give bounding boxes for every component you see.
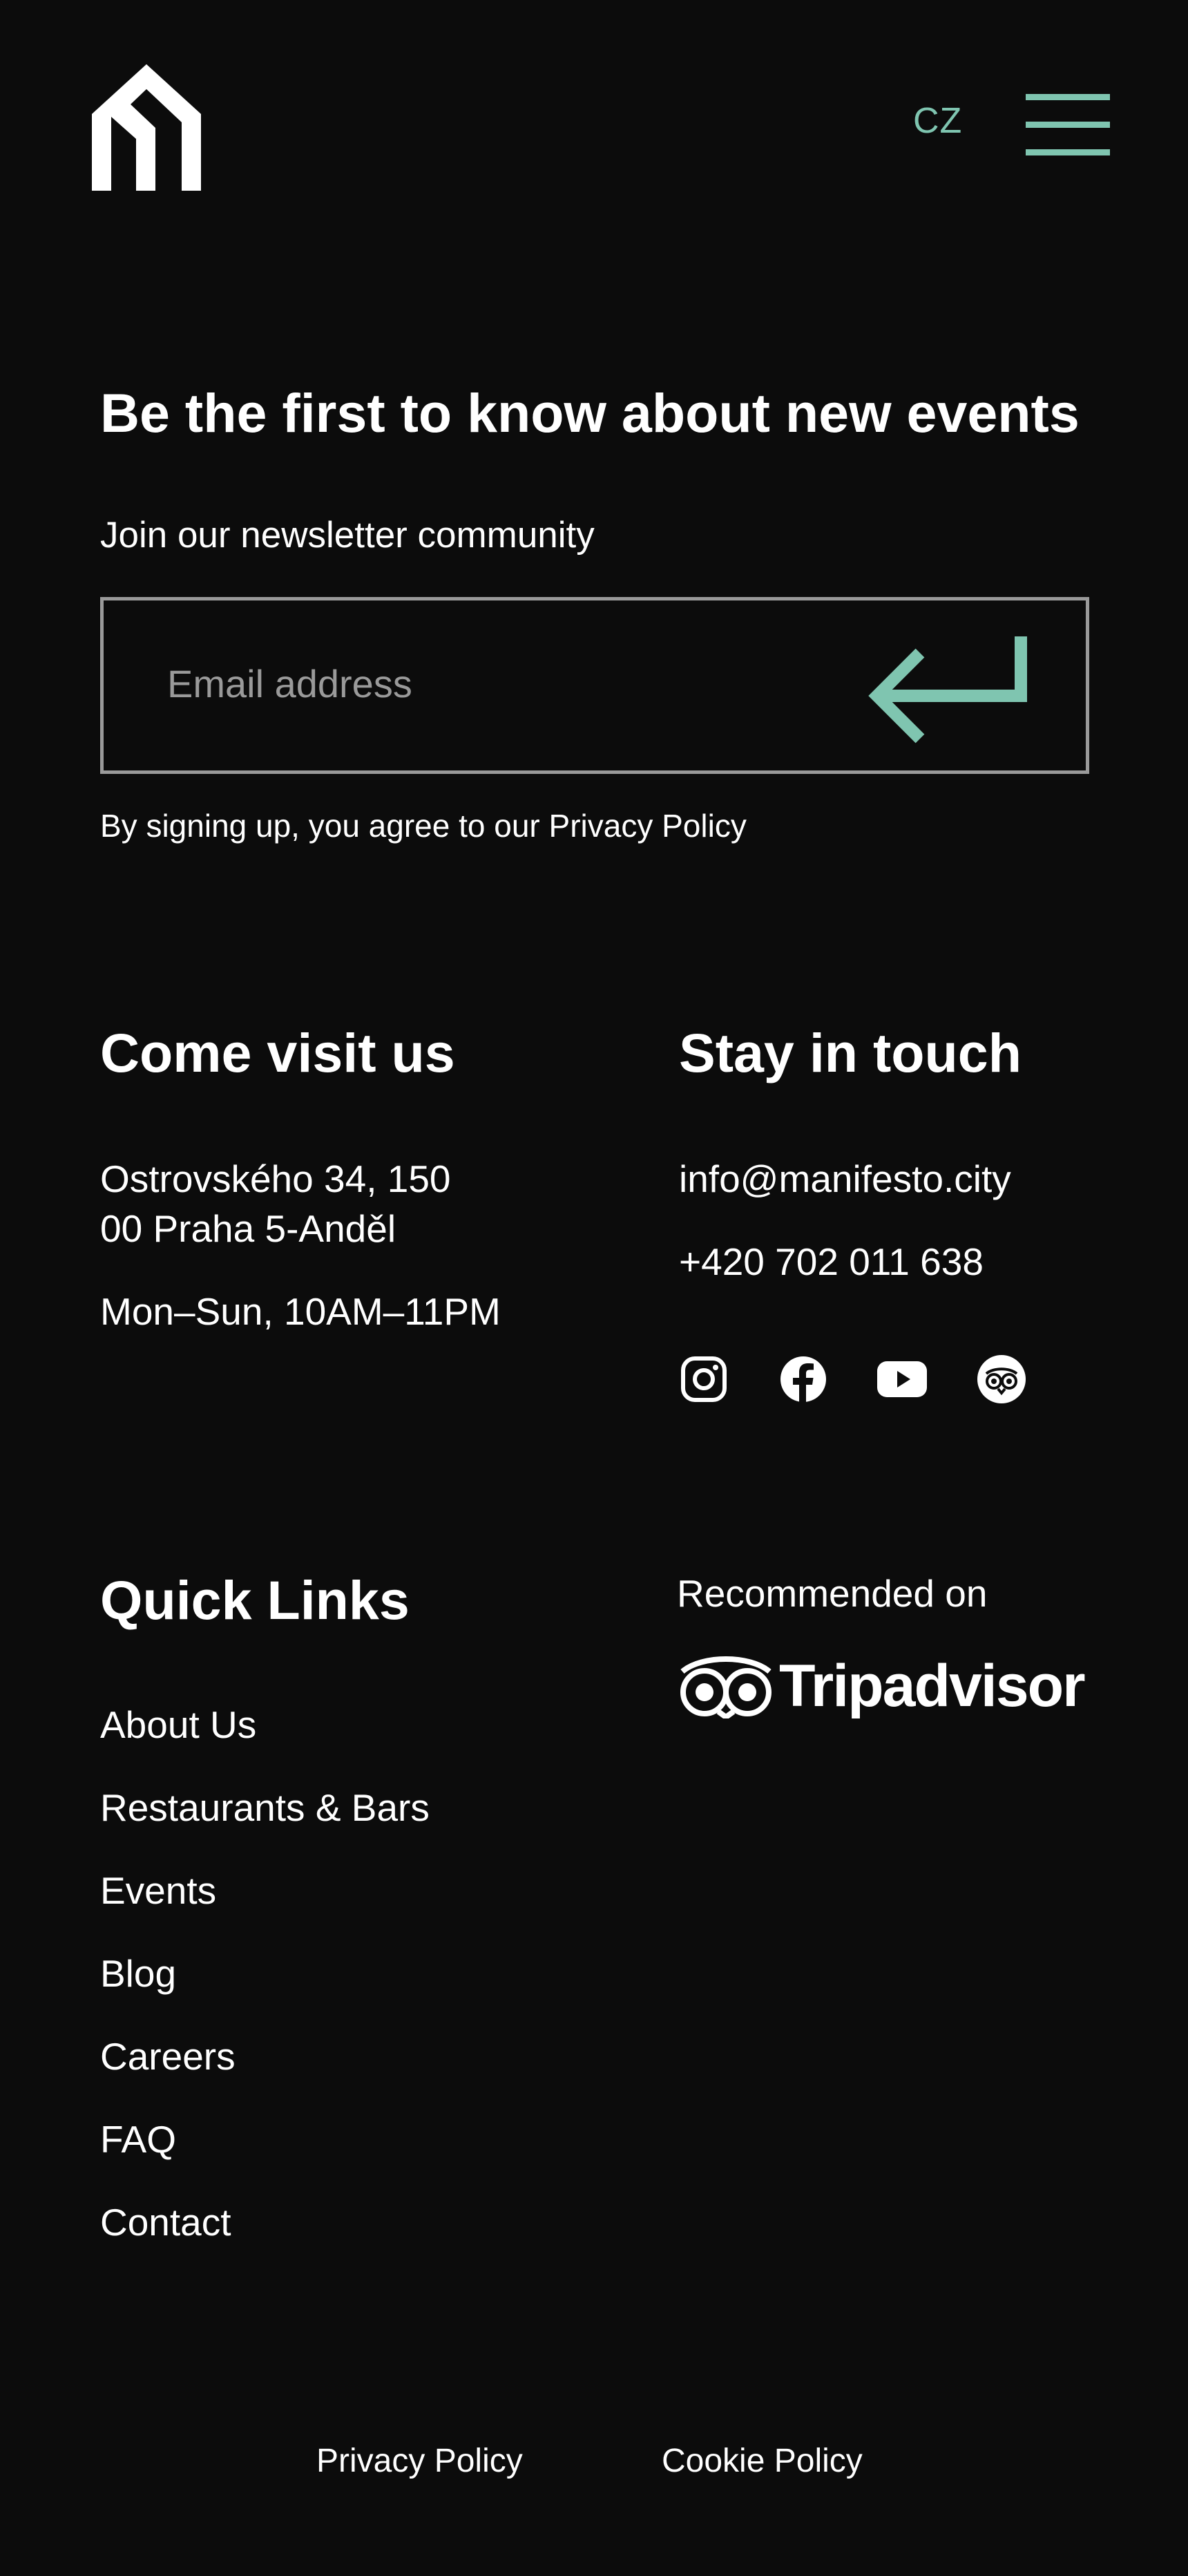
- tripadvisor-owl-icon: [680, 1656, 772, 1718]
- opening-hours: Mon–Sun, 10AM–11PM: [100, 1290, 501, 1333]
- contact-title: Stay in touch: [679, 1022, 1022, 1083]
- newsletter-subtitle: Join our newsletter community: [100, 515, 595, 556]
- enter-arrow-icon: [868, 636, 1027, 744]
- quick-link-restaurants-bars[interactable]: Restaurants & Bars: [100, 1783, 430, 1832]
- quick-link-blog[interactable]: Blog: [100, 1949, 176, 1998]
- quick-link-contact[interactable]: Contact: [100, 2197, 231, 2247]
- youtube-icon: [877, 1361, 927, 1397]
- hamburger-menu-icon[interactable]: [1026, 94, 1110, 155]
- quick-links-title: Quick Links: [100, 1569, 410, 1631]
- privacy-policy-link[interactable]: Privacy Policy: [316, 2439, 523, 2483]
- tripadvisor-wordmark: Tripadvisor: [779, 1653, 1086, 1719]
- newsletter-form: [100, 597, 1089, 774]
- tripadvisor-icon: [977, 1355, 1026, 1403]
- contact-email-link[interactable]: info@manifesto.city: [679, 1154, 1011, 1204]
- contact-phone-link[interactable]: +420 702 011 638: [679, 1237, 984, 1287]
- quick-link-careers[interactable]: Careers: [100, 2032, 236, 2081]
- youtube-link[interactable]: [877, 1354, 927, 1404]
- submit-button[interactable]: [856, 627, 1036, 744]
- visit-title: Come visit us: [100, 1022, 455, 1083]
- facebook-icon: [780, 1356, 826, 1403]
- manifesto-logo[interactable]: [92, 64, 201, 191]
- quick-link-events[interactable]: Events: [100, 1866, 216, 1915]
- privacy-consent-text[interactable]: By signing up, you agree to our Privacy …: [100, 804, 747, 848]
- facebook-link[interactable]: [778, 1354, 828, 1404]
- address-line-1: Ostrovského 34, 150: [100, 1157, 451, 1200]
- newsletter-title: Be the first to know about new events: [100, 382, 1080, 444]
- recommended-label: Recommended on: [677, 1572, 988, 1615]
- language-switch[interactable]: CZ: [913, 100, 962, 142]
- quick-link-faq[interactable]: FAQ: [100, 2114, 176, 2164]
- address-line-2: 00 Praha 5-Anděl: [100, 1207, 396, 1250]
- cookie-policy-link[interactable]: Cookie Policy: [662, 2439, 863, 2483]
- quick-link-about-us[interactable]: About Us: [100, 1700, 256, 1750]
- tripadvisor-logo[interactable]: Tripadvisor: [677, 1651, 1086, 1721]
- tripadvisor-link[interactable]: [977, 1354, 1026, 1404]
- instagram-icon: [681, 1356, 727, 1402]
- email-input[interactable]: [167, 649, 789, 718]
- instagram-link[interactable]: [679, 1354, 729, 1404]
